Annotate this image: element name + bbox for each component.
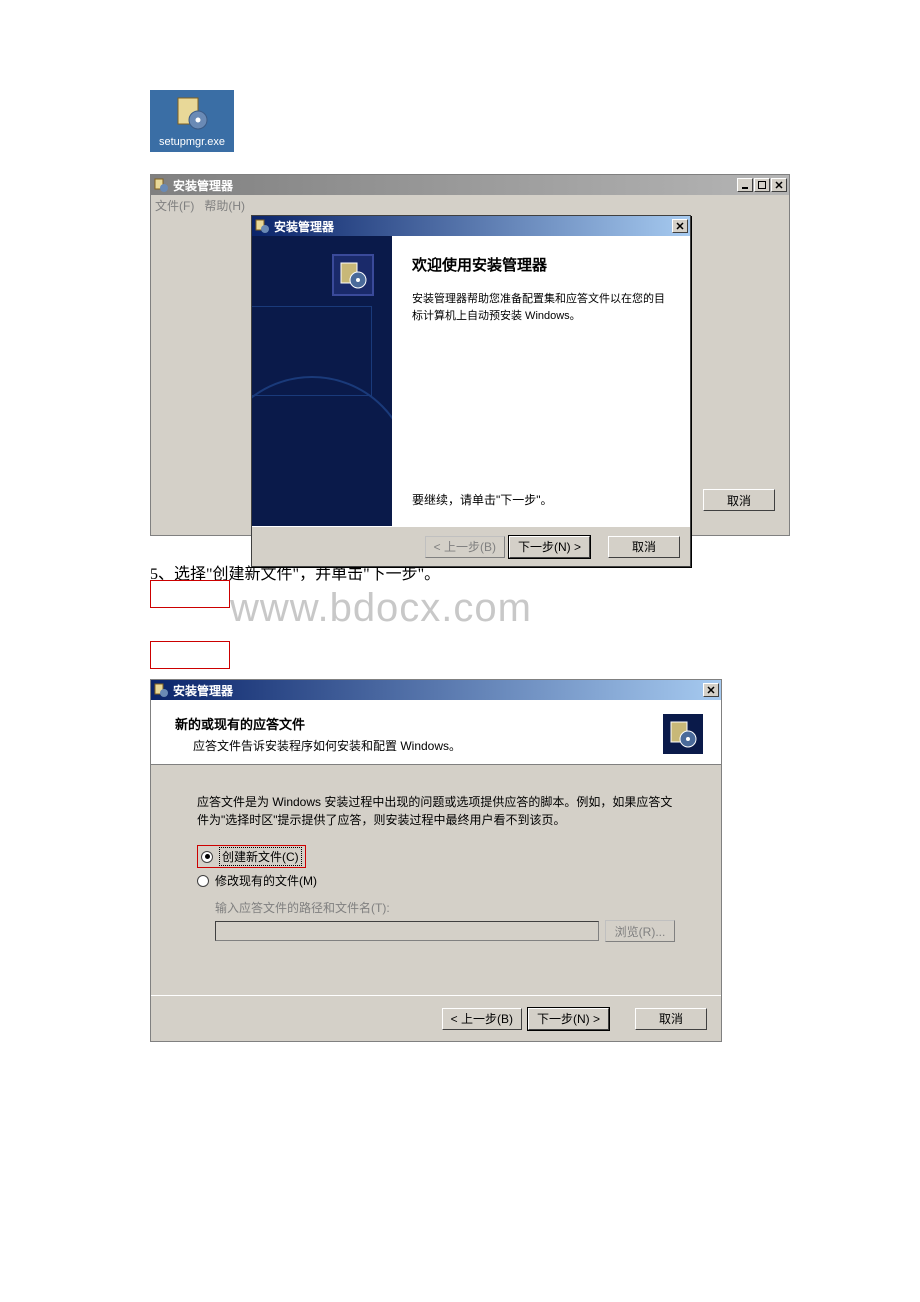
titlebar: 安装管理器 (151, 175, 789, 195)
outer-cancel-button[interactable]: 取消 (703, 489, 775, 511)
menu-help[interactable]: 帮助(H) (204, 197, 245, 214)
radio-icon (197, 875, 209, 887)
window-title: 安装管理器 (173, 177, 737, 194)
wizard-titlebar: 安装管理器 (252, 216, 690, 236)
answer-file-dialog: 安装管理器 新的或现有的应答文件 应答文件告诉安装程序如何安装和配置 Windo… (150, 679, 722, 1042)
radio-label: 修改现有的文件(M) (215, 872, 317, 889)
app-icon (254, 218, 270, 234)
app-icon (153, 177, 169, 193)
close-button[interactable] (703, 683, 719, 697)
red-highlight-box (150, 580, 230, 608)
wizard-footer: < 上一步(B) 下一步(N) > 取消 (252, 526, 690, 566)
wizard-continue-hint: 要继续，请单击"下一步"。 (412, 491, 553, 508)
radio-label: 创建新文件(C) (219, 847, 302, 866)
menubar: 文件(F) 帮助(H) (151, 195, 789, 215)
desktop-icon[interactable]: setupmgr.exe (150, 90, 234, 152)
body-paragraph: 应答文件是为 Windows 安装过程中出现的问题或选项提供应答的脚本。例如，如… (197, 793, 675, 829)
close-button[interactable] (672, 219, 688, 233)
back-button[interactable]: < 上一步(B) (442, 1008, 522, 1030)
header-subtitle: 应答文件告诉安装程序如何安装和配置 Windows。 (193, 737, 663, 754)
maximize-button[interactable] (754, 178, 770, 192)
browse-button: 浏览(R)... (605, 920, 675, 942)
setupmgr-icon (174, 96, 210, 132)
red-highlight-box (150, 641, 230, 669)
desktop-icon-label: setupmgr.exe (152, 136, 232, 148)
header-icon (663, 714, 703, 754)
wizard-description: 安装管理器帮助您准备配置集和应答文件以在您的目标计算机上自动预安装 Window… (412, 291, 670, 324)
radio-modify-existing[interactable]: 修改现有的文件(M) (197, 872, 675, 889)
watermark-text: www.bdocx.com (230, 586, 770, 631)
app-icon (153, 682, 169, 698)
wizard-title: 安装管理器 (274, 218, 672, 235)
wizard-welcome-dialog: 安装管理器 (251, 215, 691, 567)
wizard-banner-image (252, 236, 392, 526)
next-button[interactable]: 下一步(N) > (528, 1008, 609, 1030)
path-field-label: 输入应答文件的路径和文件名(T): (215, 899, 675, 916)
titlebar: 安装管理器 (151, 680, 721, 700)
radio-icon (201, 851, 213, 863)
next-button[interactable]: 下一步(N) > (509, 536, 590, 558)
dialog-body: 应答文件是为 Windows 安装过程中出现的问题或选项提供应答的脚本。例如，如… (151, 765, 721, 995)
path-input (215, 921, 599, 941)
minimize-button[interactable] (737, 178, 753, 192)
close-button[interactable] (771, 178, 787, 192)
menu-file[interactable]: 文件(F) (155, 197, 194, 214)
header-title: 新的或现有的应答文件 (175, 714, 663, 733)
main-window: 安装管理器 文件(F) 帮助(H) 取消 (150, 174, 790, 536)
dialog-header: 新的或现有的应答文件 应答文件告诉安装程序如何安装和配置 Windows。 (151, 700, 721, 765)
radio-create-new[interactable]: 创建新文件(C) (197, 845, 675, 868)
cancel-button[interactable]: 取消 (608, 536, 680, 558)
back-button: < 上一步(B) (425, 536, 505, 558)
wizard-heading: 欢迎使用安装管理器 (412, 254, 670, 275)
dialog-footer: < 上一步(B) 下一步(N) > 取消 (151, 995, 721, 1041)
window-title: 安装管理器 (173, 682, 703, 699)
cancel-button[interactable]: 取消 (635, 1008, 707, 1030)
